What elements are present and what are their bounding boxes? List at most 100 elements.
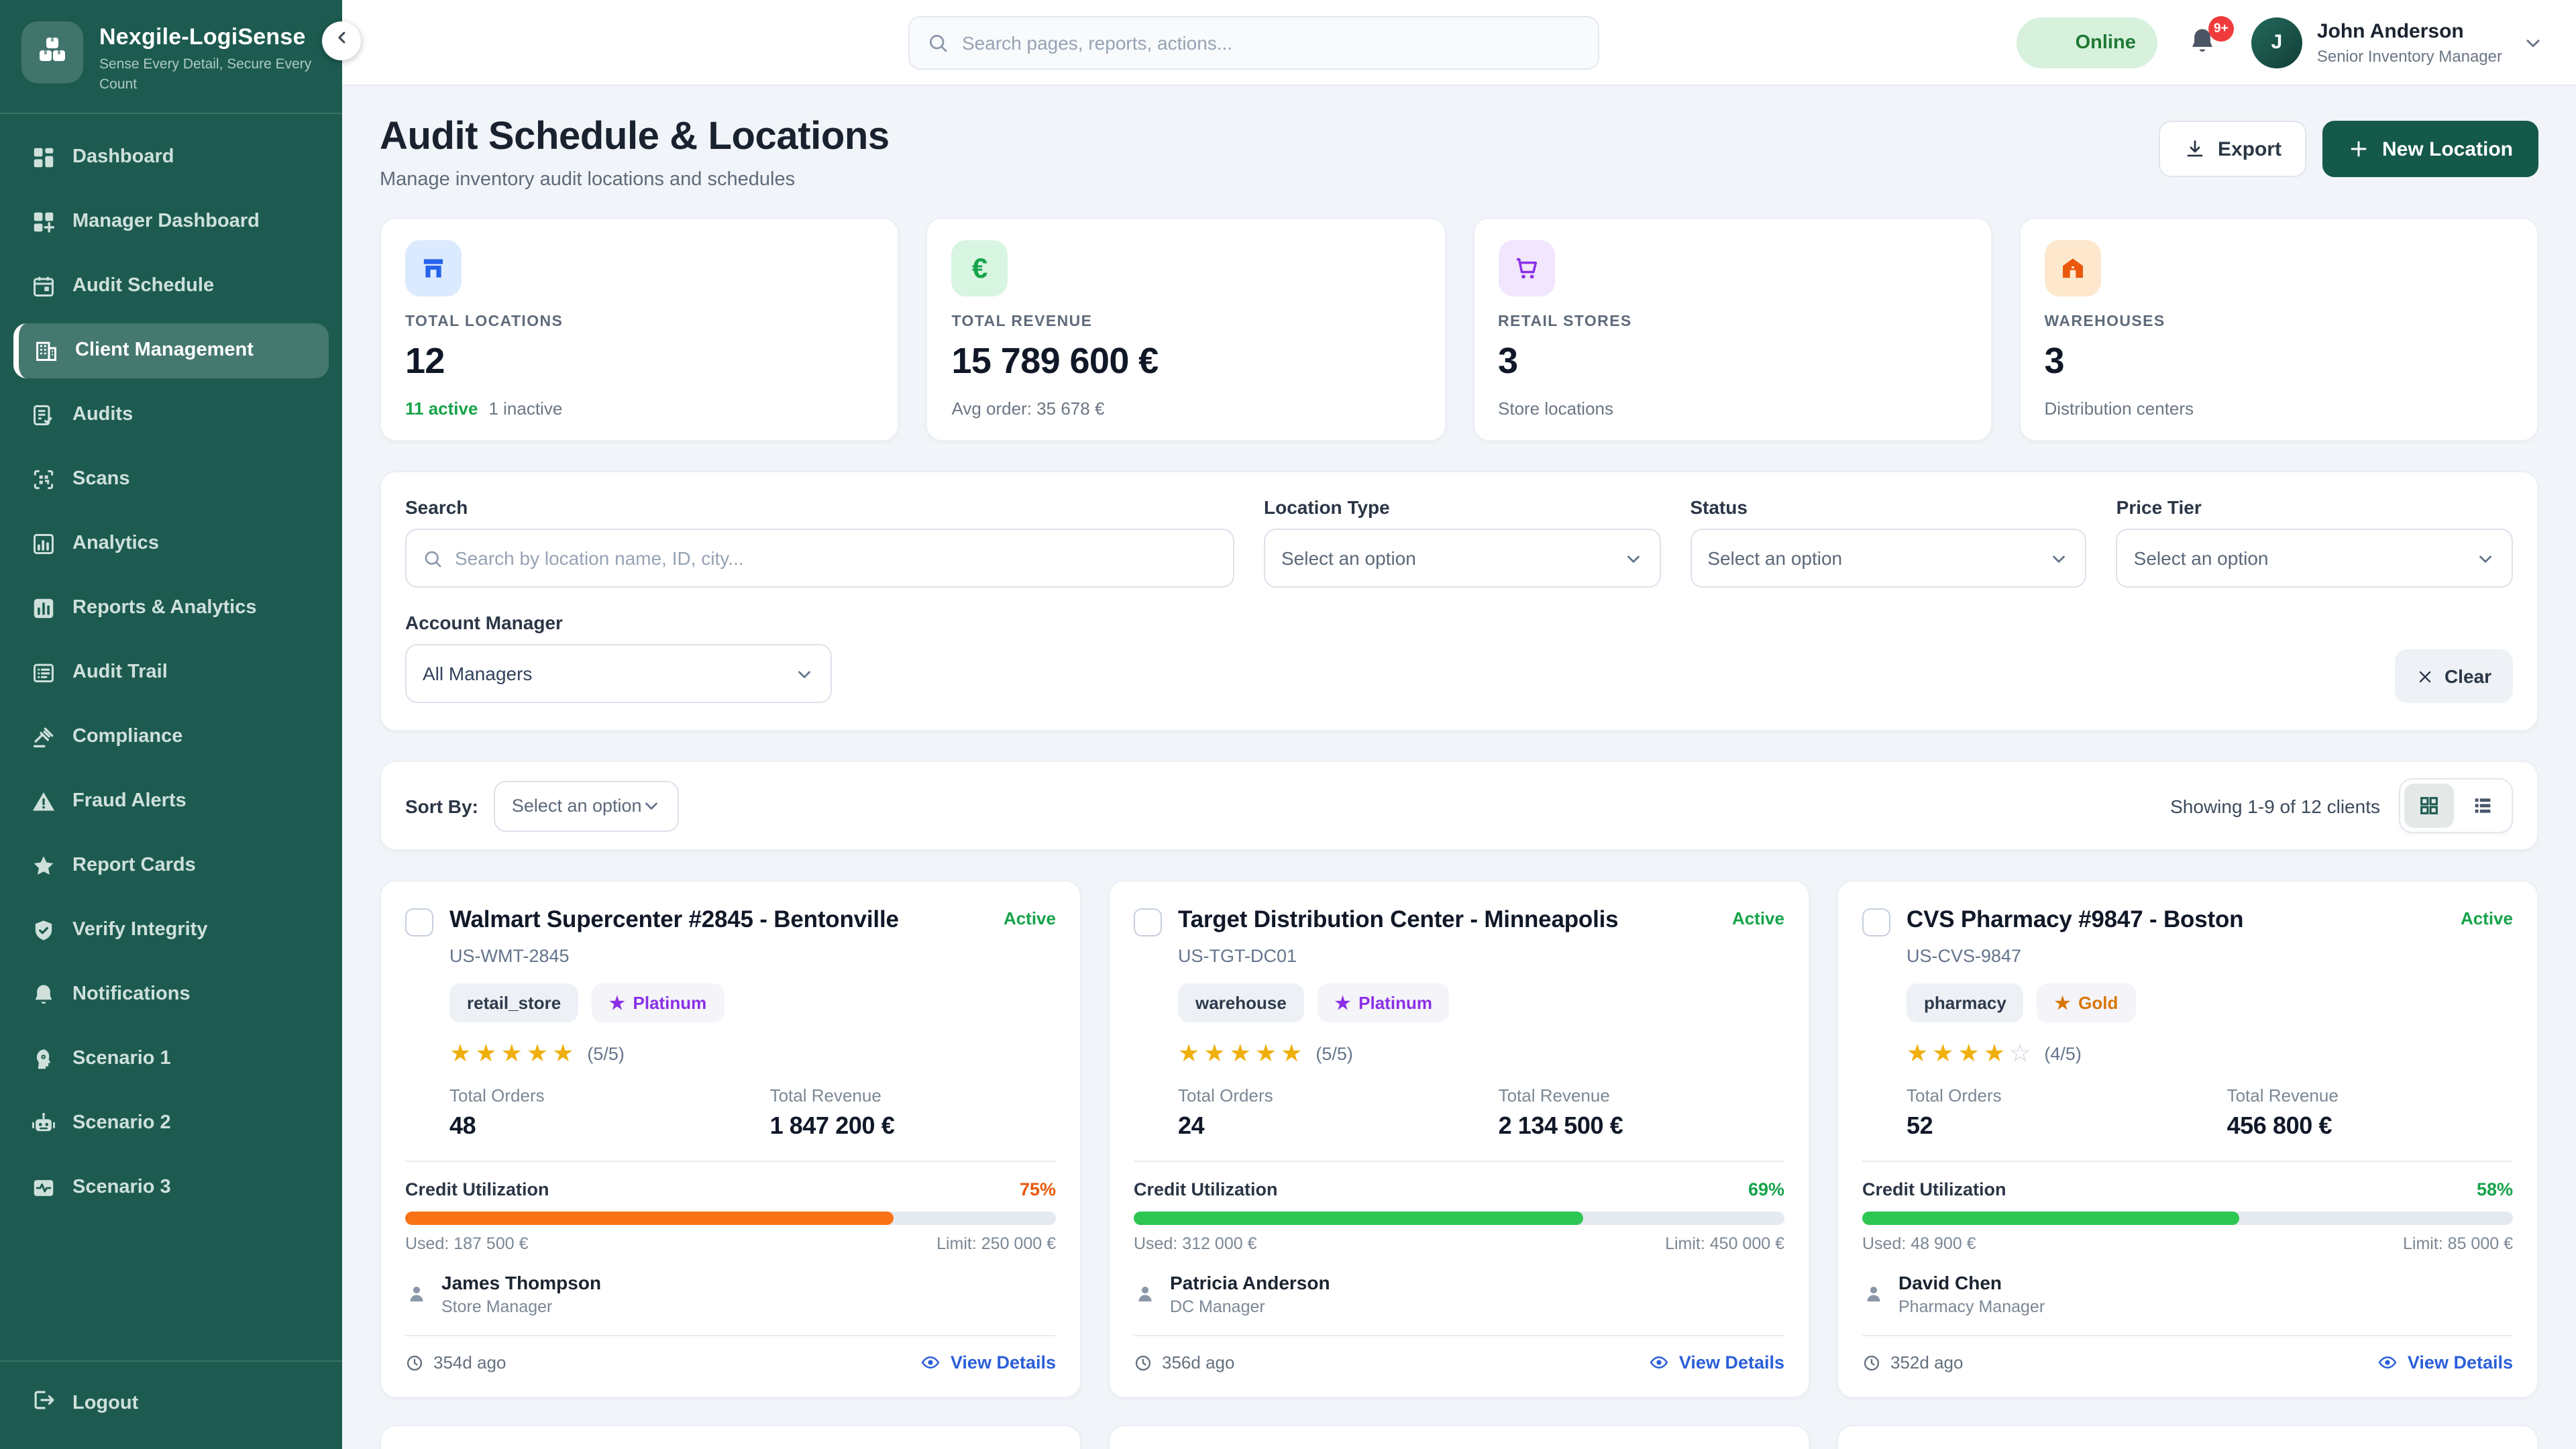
credit-utilization-label: Credit Utilization bbox=[405, 1179, 549, 1199]
credit-utilization-label: Credit Utilization bbox=[1134, 1179, 1278, 1199]
top-bar: Online 9+ J John Anderson Senior Invento… bbox=[342, 0, 2576, 86]
client-status-badge: Active bbox=[1732, 906, 1784, 928]
sidebar-item-label: Scenario 2 bbox=[72, 1112, 171, 1134]
sort-bar: Sort By: Select an option Showing 1-9 of… bbox=[380, 761, 2538, 851]
star-icon: ★ bbox=[1932, 1041, 1953, 1065]
sidebar-item[interactable]: Scenario 2 bbox=[13, 1095, 329, 1150]
client-name: CVS Pharmacy #9847 - Boston bbox=[1907, 906, 2243, 935]
star-icon: ★ bbox=[501, 1041, 523, 1065]
results-count: Showing 1-9 of 12 clients bbox=[2170, 795, 2380, 816]
rating-label: (4/5) bbox=[2044, 1043, 2082, 1063]
logout-label: Logout bbox=[72, 1392, 138, 1413]
clock-icon bbox=[405, 1353, 424, 1372]
revenue-label: Total Revenue bbox=[770, 1085, 1056, 1106]
global-search-input[interactable] bbox=[962, 32, 1580, 53]
sidebar-item[interactable]: Manager Dashboard bbox=[13, 194, 329, 249]
notifications-button[interactable]: 9+ bbox=[2187, 25, 2222, 60]
star-icon: ★ bbox=[1203, 1041, 1225, 1065]
orders-label: Total Orders bbox=[1178, 1085, 1499, 1106]
sidebar-item[interactable]: Report Cards bbox=[13, 838, 329, 893]
user-menu[interactable]: J John Anderson Senior Inventory Manager bbox=[2251, 17, 2544, 68]
orders-value: 24 bbox=[1178, 1112, 1499, 1140]
view-details-link[interactable]: View Details bbox=[921, 1352, 1056, 1373]
clear-filters-button[interactable]: Clear bbox=[2395, 649, 2513, 703]
sidebar-item[interactable]: Reports & Analytics bbox=[13, 580, 329, 635]
orders-value: 52 bbox=[1907, 1112, 2227, 1140]
new-location-button[interactable]: New Location bbox=[2323, 121, 2538, 177]
client-tier-tag: ★ Gold bbox=[2037, 983, 2136, 1022]
sidebar-item[interactable]: Analytics bbox=[13, 516, 329, 571]
logout-icon bbox=[30, 1389, 56, 1416]
sidebar-item[interactable]: Scans bbox=[13, 451, 329, 506]
bell-icon bbox=[2187, 38, 2218, 61]
sidebar-item[interactable]: Client Management bbox=[13, 323, 329, 378]
revenue-label: Total Revenue bbox=[1499, 1085, 1784, 1106]
credit-progress-track bbox=[1134, 1212, 1784, 1225]
orders-label: Total Orders bbox=[449, 1085, 770, 1106]
account-manager-select[interactable]: All Managers bbox=[405, 644, 832, 703]
stat-foot-secondary: Distribution centers bbox=[2045, 398, 2194, 419]
list-view-button[interactable] bbox=[2458, 784, 2508, 828]
search-icon bbox=[927, 32, 949, 53]
sidebar-item[interactable]: Fraud Alerts bbox=[13, 773, 329, 828]
sidebar-item-label: Analytics bbox=[72, 533, 159, 554]
sidebar-item[interactable]: Scenario 1 bbox=[13, 1031, 329, 1086]
stat-foot-secondary: Store locations bbox=[1498, 398, 1613, 419]
client-checkbox[interactable] bbox=[405, 908, 433, 936]
star-icon: ★ bbox=[1255, 1041, 1277, 1065]
client-card: Target Distribution Center - Minneapolis… bbox=[1108, 880, 1810, 1398]
page-content: Audit Schedule & Locations Manage invent… bbox=[342, 86, 2576, 1449]
logout-button[interactable]: Logout bbox=[13, 1375, 329, 1430]
star-icon: ★ bbox=[449, 1041, 471, 1065]
sidebar-item[interactable]: Scenario 3 bbox=[13, 1160, 329, 1215]
app-root: Nexgile-LogiSense Sense Every Detail, Se… bbox=[0, 0, 2576, 1449]
location-type-select[interactable]: Select an option bbox=[1264, 529, 1660, 588]
status-select[interactable]: Select an option bbox=[1690, 529, 2086, 588]
sidebar-item-label: Verify Integrity bbox=[72, 919, 207, 941]
client-name: Target Distribution Center - Minneapolis bbox=[1178, 906, 1618, 935]
sort-select[interactable]: Select an option bbox=[494, 780, 680, 831]
location-type-label: Location Type bbox=[1264, 496, 1660, 518]
client-checkbox[interactable] bbox=[1134, 908, 1162, 936]
sidebar-item-icon bbox=[30, 1110, 56, 1136]
price-tier-select[interactable]: Select an option bbox=[2116, 529, 2513, 588]
sidebar-collapse-button[interactable] bbox=[322, 21, 361, 60]
client-card: Kroger Supermarket #417 - Cincinnati Act… bbox=[1108, 1425, 1810, 1449]
view-details-link[interactable]: View Details bbox=[1650, 1352, 1784, 1373]
client-checkbox[interactable] bbox=[1862, 908, 1890, 936]
sidebar-item[interactable]: Dashboard bbox=[13, 129, 329, 184]
sidebar-item-label: Scans bbox=[72, 468, 129, 490]
sidebar-item-icon bbox=[30, 659, 56, 686]
revenue-value: 1 847 200 € bbox=[770, 1112, 1056, 1140]
manager-role: Store Manager bbox=[441, 1297, 601, 1316]
sort-by-label: Sort By: bbox=[405, 795, 478, 816]
view-details-link[interactable]: View Details bbox=[2378, 1352, 2513, 1373]
stat-foot-primary: 11 active bbox=[405, 398, 478, 419]
sidebar-item[interactable]: Verify Integrity bbox=[13, 902, 329, 957]
credit-progress-track bbox=[405, 1212, 1056, 1225]
filter-search-input[interactable] bbox=[455, 547, 1217, 569]
sidebar-item-icon bbox=[30, 1174, 56, 1201]
eye-icon bbox=[921, 1352, 941, 1373]
sidebar-item-icon bbox=[30, 981, 56, 1008]
grid-view-button[interactable] bbox=[2404, 784, 2454, 828]
sidebar-item[interactable]: Audit Trail bbox=[13, 645, 329, 700]
export-button[interactable]: Export bbox=[2159, 121, 2307, 177]
rating-stars: ★★★★★ bbox=[1178, 1041, 1302, 1065]
credit-utilization-label: Credit Utilization bbox=[1862, 1179, 2006, 1199]
sidebar-item[interactable]: Audits bbox=[13, 387, 329, 442]
sidebar-item[interactable]: Compliance bbox=[13, 709, 329, 764]
client-card: CVS Pharmacy #9847 - Boston Active US-CV… bbox=[1837, 880, 2538, 1398]
sidebar-item[interactable]: Notifications bbox=[13, 967, 329, 1022]
manager-name: James Thompson bbox=[441, 1272, 601, 1293]
sidebar-item[interactable]: Audit Schedule bbox=[13, 258, 329, 313]
page-subtitle: Manage inventory audit locations and sch… bbox=[380, 169, 890, 191]
clock-icon bbox=[1134, 1353, 1152, 1372]
online-label: Online bbox=[2076, 32, 2136, 53]
sidebar-item-icon bbox=[30, 401, 56, 428]
person-icon bbox=[1862, 1283, 1885, 1305]
stat-value: 3 bbox=[2045, 341, 2514, 382]
revenue-value: 2 134 500 € bbox=[1499, 1112, 1784, 1140]
global-search bbox=[908, 15, 1599, 69]
credit-limit: Limit: 250 000 € bbox=[936, 1234, 1056, 1253]
